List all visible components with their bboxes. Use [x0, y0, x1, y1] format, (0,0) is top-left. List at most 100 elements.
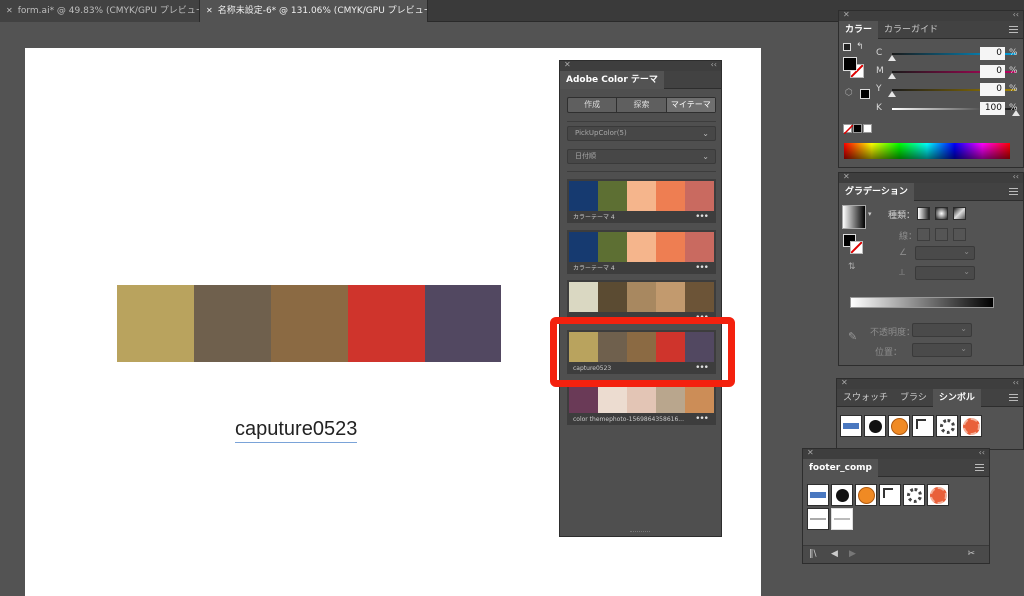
tab-brushes[interactable]: ブラシ: [894, 389, 933, 407]
gradient-preview-swatch[interactable]: [842, 205, 866, 229]
panel-resize-grip[interactable]: [630, 531, 650, 534]
theme-swatch: [569, 383, 598, 413]
none-swatch[interactable]: [843, 124, 853, 134]
more-options-icon[interactable]: •••: [695, 414, 709, 424]
collapse-icon[interactable]: ‹‹: [711, 60, 717, 69]
cyan-thumb[interactable]: [888, 55, 896, 61]
black-value-input[interactable]: 100: [980, 102, 1005, 115]
reverse-gradient-icon[interactable]: ⇅: [848, 262, 856, 272]
close-icon[interactable]: ✕: [843, 10, 850, 19]
angle-dropdown[interactable]: ⌄: [915, 246, 975, 260]
library-dropdown[interactable]: PickUpColor(5) ⌄: [567, 126, 716, 141]
panel-menu-icon[interactable]: [975, 462, 984, 472]
white-swatch[interactable]: [863, 124, 872, 133]
stroke-along-button[interactable]: [935, 228, 948, 241]
stroke-across-button[interactable]: [953, 228, 966, 241]
tab-symbols[interactable]: シンボル: [932, 389, 981, 407]
yellow-thumb[interactable]: [888, 91, 896, 97]
symbol-wreath-icon[interactable]: [903, 484, 925, 506]
close-icon[interactable]: ✕: [807, 448, 814, 457]
stroke-within-button[interactable]: [917, 228, 930, 241]
color-spectrum-bar[interactable]: [844, 143, 1010, 159]
eyedropper-icon[interactable]: ✎: [848, 330, 857, 343]
segment-create[interactable]: 作成: [568, 98, 618, 112]
previous-library-icon[interactable]: ◀: [831, 549, 838, 559]
artboard-swatch[interactable]: [117, 285, 194, 362]
yellow-slider-row: Y 0 %: [843, 83, 1021, 97]
collapse-icon[interactable]: ‹‹: [979, 448, 985, 457]
panel-tab-strip: カラー カラーガイド: [839, 21, 1023, 39]
symbol-flower-icon[interactable]: [960, 415, 982, 437]
collapse-icon[interactable]: ‹‹: [1013, 378, 1019, 387]
tab-footer-comp[interactable]: footer_comp: [803, 459, 878, 477]
symbol-splat-icon[interactable]: [864, 415, 886, 437]
panel-tab-strip: グラデーション: [839, 183, 1023, 201]
theme-swatch: [656, 383, 685, 413]
artboard-swatch[interactable]: [425, 285, 501, 362]
freeform-gradient-button[interactable]: [953, 207, 966, 220]
symbol-orange-button-icon[interactable]: [888, 415, 910, 437]
collapse-icon[interactable]: ‹‹: [1013, 10, 1019, 19]
artboard-swatch[interactable]: [271, 285, 348, 362]
yellow-value-input[interactable]: 0: [980, 83, 1005, 96]
opacity-dropdown[interactable]: ⌄: [912, 323, 972, 337]
panel-menu-icon[interactable]: [1009, 392, 1018, 402]
chevron-down-icon[interactable]: ▾: [868, 210, 872, 218]
close-icon[interactable]: ✕: [843, 172, 850, 181]
segment-my-themes[interactable]: マイテーマ: [666, 98, 715, 112]
symbol-corner-icon[interactable]: [912, 415, 934, 437]
symbol-corner-icon[interactable]: [879, 484, 901, 506]
close-icon[interactable]: ✕: [206, 6, 213, 15]
tab-adobe-color-theme[interactable]: Adobe Color テーマ: [560, 71, 664, 89]
more-options-icon[interactable]: •••: [695, 212, 709, 222]
symbol-library-menu-icon[interactable]: ‖\: [809, 549, 817, 559]
stroke-color-swatch[interactable]: [850, 241, 863, 254]
theme-card[interactable]: カラーテーマ 4 •••: [567, 230, 716, 274]
theme-swatch: [685, 232, 714, 262]
next-library-icon[interactable]: ▶: [849, 549, 856, 559]
symbol-flower-icon[interactable]: [927, 484, 949, 506]
chevron-down-icon: ⌄: [963, 247, 970, 256]
tab-gradient[interactable]: グラデーション: [839, 183, 914, 201]
magenta-thumb[interactable]: [888, 73, 896, 79]
symbol-blue-banner-icon[interactable]: [840, 415, 862, 437]
tab-color-guide[interactable]: カラーガイド: [878, 21, 944, 39]
radial-gradient-button[interactable]: [935, 207, 948, 220]
aspect-ratio-dropdown[interactable]: ⌄: [915, 266, 975, 280]
theme-card[interactable]: color themephoto-1569864358616... •••: [567, 381, 716, 425]
cyan-value-input[interactable]: 0: [980, 47, 1005, 60]
linear-gradient-button[interactable]: [917, 207, 930, 220]
collapse-icon[interactable]: ‹‹: [1013, 172, 1019, 181]
theme-swatch-row: [569, 282, 714, 312]
gradient-slider-bar[interactable]: [850, 297, 994, 308]
break-link-icon[interactable]: ✂: [967, 549, 975, 559]
sort-dropdown[interactable]: 日付順 ⌄: [567, 149, 716, 164]
artboard-swatch[interactable]: [348, 285, 425, 362]
segment-explore[interactable]: 探索: [617, 98, 667, 112]
artboard-swatch[interactable]: [194, 285, 271, 362]
close-icon[interactable]: ✕: [6, 6, 13, 15]
artboard-caption[interactable]: caputure0523: [235, 418, 358, 443]
tab-swatches[interactable]: スウォッチ: [837, 389, 894, 407]
close-icon[interactable]: ✕: [564, 60, 571, 69]
symbol-footer-comp-icon[interactable]: [831, 508, 853, 530]
theme-swatch: [598, 383, 627, 413]
symbol-orange-button-icon[interactable]: [855, 484, 877, 506]
location-dropdown[interactable]: ⌄: [912, 343, 972, 357]
black-swatch[interactable]: [853, 124, 862, 133]
doc-tab-untitled[interactable]: ✕ 名称未設定-6* @ 131.06% (CMYK/GPU プレビュー): [200, 0, 428, 22]
symbol-footer-thumbnail-icon[interactable]: [807, 508, 829, 530]
theme-swatch: [569, 232, 598, 262]
tab-color[interactable]: カラー: [839, 21, 879, 39]
more-options-icon[interactable]: •••: [695, 263, 709, 273]
close-icon[interactable]: ✕: [841, 378, 848, 387]
panel-menu-icon[interactable]: [1009, 24, 1018, 34]
chevron-down-icon: ⌄: [702, 129, 709, 138]
doc-tab-form[interactable]: ✕ form.ai* @ 49.83% (CMYK/GPU プレビュー): [0, 0, 200, 22]
magenta-value-input[interactable]: 0: [980, 65, 1005, 78]
symbol-wreath-icon[interactable]: [936, 415, 958, 437]
panel-menu-icon[interactable]: [1009, 186, 1018, 196]
symbol-splat-icon[interactable]: [831, 484, 853, 506]
theme-card[interactable]: カラーテーマ 4 •••: [567, 179, 716, 223]
symbol-blue-banner-icon[interactable]: [807, 484, 829, 506]
